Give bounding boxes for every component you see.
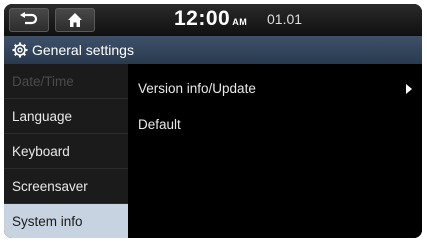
sidebar-item-label: Date/Time — [12, 73, 74, 89]
sidebar-item-date-time: Date/Time — [4, 64, 128, 99]
gear-icon — [12, 42, 28, 58]
home-icon — [67, 12, 83, 28]
clock: 12:00 AM — [174, 7, 247, 31]
page-title: General settings — [32, 42, 134, 58]
default-item[interactable]: Default — [130, 106, 422, 142]
version-info-update-item[interactable]: Version info/Update — [130, 70, 422, 106]
sidebar-item-screensaver[interactable]: Screensaver — [4, 169, 128, 204]
sidebar-item-keyboard[interactable]: Keyboard — [4, 134, 128, 169]
sidebar-item-label: Screensaver — [12, 178, 88, 194]
head-unit-screen: 12:00 AM 01.01 General settings Date/Tim… — [4, 4, 422, 238]
back-arrow-icon — [19, 12, 39, 28]
sidebar-item-label: Language — [12, 108, 73, 124]
list-item-label: Version info/Update — [138, 80, 256, 96]
date-display: 01.01 — [267, 11, 303, 27]
sidebar: Date/Time Language Keyboard Screensaver … — [4, 64, 128, 238]
status-bar: 12:00 AM 01.01 — [4, 4, 422, 36]
list-item-label: Default — [138, 116, 181, 132]
title-bar: General settings — [4, 36, 422, 64]
sidebar-item-label: Keyboard — [12, 143, 70, 159]
chevron-right-icon — [406, 84, 412, 94]
sidebar-item-system-info[interactable]: System info — [4, 204, 128, 238]
sidebar-item-label: System info — [12, 213, 83, 229]
clock-time: 12:00 — [174, 7, 231, 30]
sidebar-item-language[interactable]: Language — [4, 99, 128, 134]
back-button[interactable] — [9, 8, 49, 32]
home-button[interactable] — [55, 8, 95, 32]
clock-ampm: AM — [232, 17, 248, 27]
content-list: Version info/Update Default — [130, 64, 422, 238]
